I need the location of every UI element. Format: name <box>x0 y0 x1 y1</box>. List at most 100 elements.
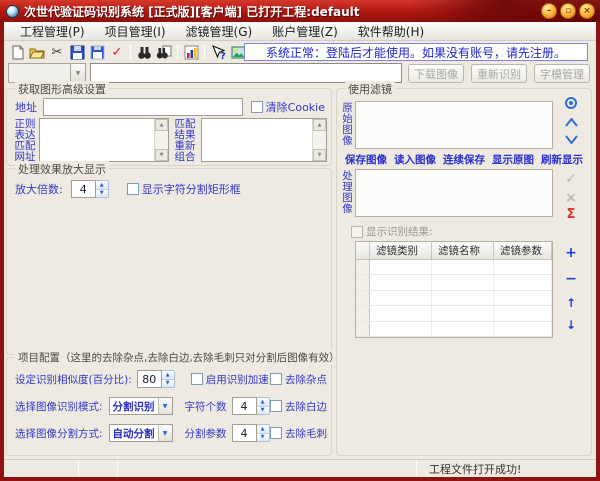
chevron-down-icon[interactable]: ▼ <box>158 425 172 441</box>
address-input[interactable] <box>43 98 243 116</box>
statistics-button[interactable] <box>181 44 201 62</box>
filter-table[interactable]: 滤镜类别 滤镜名称 滤镜参数 <box>355 241 553 338</box>
split-param-stepper[interactable]: 4 ▲ ▼ <box>232 424 270 442</box>
continuous-save-link[interactable]: 连续保存 <box>443 152 485 167</box>
table-row[interactable] <box>356 275 552 290</box>
add-filter-icon[interactable]: + <box>563 245 579 261</box>
menu-software-help[interactable]: 软件帮助(H) <box>348 22 434 41</box>
zoom-preview-title: 处理效果放大显示 <box>15 161 109 177</box>
enable-acceleration-checkbox[interactable] <box>191 373 203 385</box>
col-filter-category[interactable]: 滤镜类别 <box>370 242 432 259</box>
captcha-url-input[interactable] <box>90 63 402 83</box>
scroll-up-icon[interactable]: ▲ <box>313 119 326 131</box>
save-button[interactable] <box>67 44 87 62</box>
apply-filter-check-icon[interactable]: ✓ <box>563 171 579 187</box>
table-row[interactable] <box>356 260 552 275</box>
show-original-link[interactable]: 显示原图 <box>492 152 534 167</box>
menu-account-management[interactable]: 账户管理(Z) <box>262 22 348 41</box>
app-logo-icon <box>6 5 19 18</box>
menu-item-management[interactable]: 项目管理(I) <box>95 22 176 41</box>
project-config-group: 项目配置（这里的去除杂点,去除白边,去除毛刺只对分割后图像有效） 设定识别相似度… <box>6 357 332 456</box>
sum-sigma-icon[interactable]: Σ <box>563 206 579 222</box>
folder-open-icon <box>29 45 45 60</box>
original-image-label: 原 始 图 像 <box>341 103 354 147</box>
spin-down-icon[interactable]: ▼ <box>257 407 269 415</box>
maximize-button[interactable]: ▫ <box>560 3 576 19</box>
refresh-display-link[interactable]: 刷新显示 <box>541 152 583 167</box>
find-button[interactable] <box>134 44 154 62</box>
scroll-up-icon[interactable]: ▲ <box>155 119 168 131</box>
minimize-icon: – <box>547 7 552 16</box>
recognition-mode-select[interactable]: 分割识别 ▼ <box>109 397 173 415</box>
char-count-stepper[interactable]: 4 ▲ ▼ <box>232 397 270 415</box>
recognition-mode-label: 选择图像识别模式: <box>15 399 103 414</box>
chevron-down-icon[interactable] <box>563 131 579 147</box>
apply-button[interactable]: ✓ <box>107 44 127 62</box>
remove-burr-checkbox[interactable] <box>270 427 282 439</box>
show-split-boxes-checkbox[interactable] <box>127 183 139 195</box>
open-project-button[interactable] <box>27 44 47 62</box>
col-filter-name[interactable]: 滤镜名称 <box>432 242 494 259</box>
minimize-button[interactable]: – <box>541 3 557 19</box>
move-up-icon[interactable]: ↑ <box>563 295 579 311</box>
spin-down-icon[interactable]: ▼ <box>257 434 269 442</box>
menu-filter-management[interactable]: 滤镜管理(G) <box>176 22 263 41</box>
spin-down-icon[interactable]: ▼ <box>96 190 108 198</box>
spin-up-icon[interactable]: ▲ <box>96 181 108 190</box>
status-panel-2 <box>79 460 117 477</box>
similarity-label: 设定识别相似度(百分比): <box>15 372 132 387</box>
recombine-result-label: 匹配 结果 重新 组合 <box>173 119 197 163</box>
table-row[interactable] <box>356 322 552 337</box>
split-mode-label: 选择图像分割方式: <box>15 426 103 441</box>
regex-textarea[interactable]: ▲ ▼ <box>39 118 169 162</box>
find-in-files-button[interactable] <box>154 44 174 62</box>
rerecognize-button[interactable]: 重新识别 <box>471 64 527 83</box>
close-button[interactable]: × <box>579 3 595 19</box>
spin-up-icon[interactable]: ▲ <box>257 398 269 407</box>
cut-button[interactable]: ✂ <box>47 44 67 62</box>
project-config-title: 项目配置（这里的去除杂点,去除白边,去除毛刺只对分割后图像有效） <box>15 350 343 365</box>
download-image-button[interactable]: 下载图像 <box>408 64 464 83</box>
clear-cookie-checkbox[interactable] <box>251 101 263 113</box>
show-result-checkbox[interactable] <box>351 226 363 238</box>
similarity-stepper[interactable]: 80 ▲ ▼ <box>137 370 175 388</box>
history-combobox[interactable]: ▼ <box>8 63 86 83</box>
font-template-manage-button[interactable]: 字模管理 <box>534 64 590 83</box>
chevron-down-icon[interactable]: ▼ <box>158 398 172 414</box>
regex-match-url-label: 正则 表达 匹配 网址 <box>13 119 37 163</box>
split-mode-select[interactable]: 自动分割 ▼ <box>109 424 173 442</box>
save-all-button[interactable] <box>87 44 107 62</box>
svg-text:?: ? <box>220 51 226 60</box>
save-image-link[interactable]: 保存图像 <box>345 152 387 167</box>
binoculars-icon <box>137 45 152 60</box>
recombine-scrollbar[interactable]: ▲ ▼ <box>312 119 326 161</box>
combobox-dropdown-button[interactable]: ▼ <box>70 64 85 82</box>
load-image-link[interactable]: 读入图像 <box>394 152 436 167</box>
remove-white-edge-label: 去除白边 <box>285 399 327 414</box>
recombine-textarea[interactable]: ▲ ▼ <box>201 118 327 162</box>
close-icon: × <box>583 7 591 16</box>
remove-filter-icon[interactable]: − <box>563 271 579 287</box>
combobox-value <box>9 64 70 82</box>
remove-noise-checkbox[interactable] <box>270 373 282 385</box>
spin-down-icon[interactable]: ▼ <box>162 380 174 388</box>
cancel-filter-cross-icon[interactable]: × <box>563 190 579 206</box>
new-project-button[interactable] <box>7 44 27 62</box>
zoom-factor-stepper[interactable]: 4 ▲ ▼ <box>71 180 109 198</box>
scroll-down-icon[interactable]: ▼ <box>155 149 168 161</box>
chevron-up-icon[interactable] <box>563 114 579 130</box>
scroll-down-icon[interactable]: ▼ <box>313 149 326 161</box>
move-down-icon[interactable]: ↓ <box>563 317 579 333</box>
regex-scrollbar[interactable]: ▲ ▼ <box>154 119 168 161</box>
title-bar: 次世代验证码识别系统 [正式版][客户端] 已打开工程:default – ▫ … <box>0 0 600 22</box>
target-icon[interactable] <box>563 95 579 111</box>
spin-up-icon[interactable]: ▲ <box>162 371 174 380</box>
menu-project-management[interactable]: 工程管理(P) <box>10 22 95 41</box>
table-row[interactable] <box>356 306 552 321</box>
table-row[interactable] <box>356 291 552 306</box>
toolbar-separator <box>130 45 131 60</box>
col-filter-params[interactable]: 滤镜参数 <box>494 242 552 259</box>
spin-up-icon[interactable]: ▲ <box>257 425 269 434</box>
context-help-button[interactable]: ? <box>208 44 228 62</box>
remove-white-edge-checkbox[interactable] <box>270 400 282 412</box>
